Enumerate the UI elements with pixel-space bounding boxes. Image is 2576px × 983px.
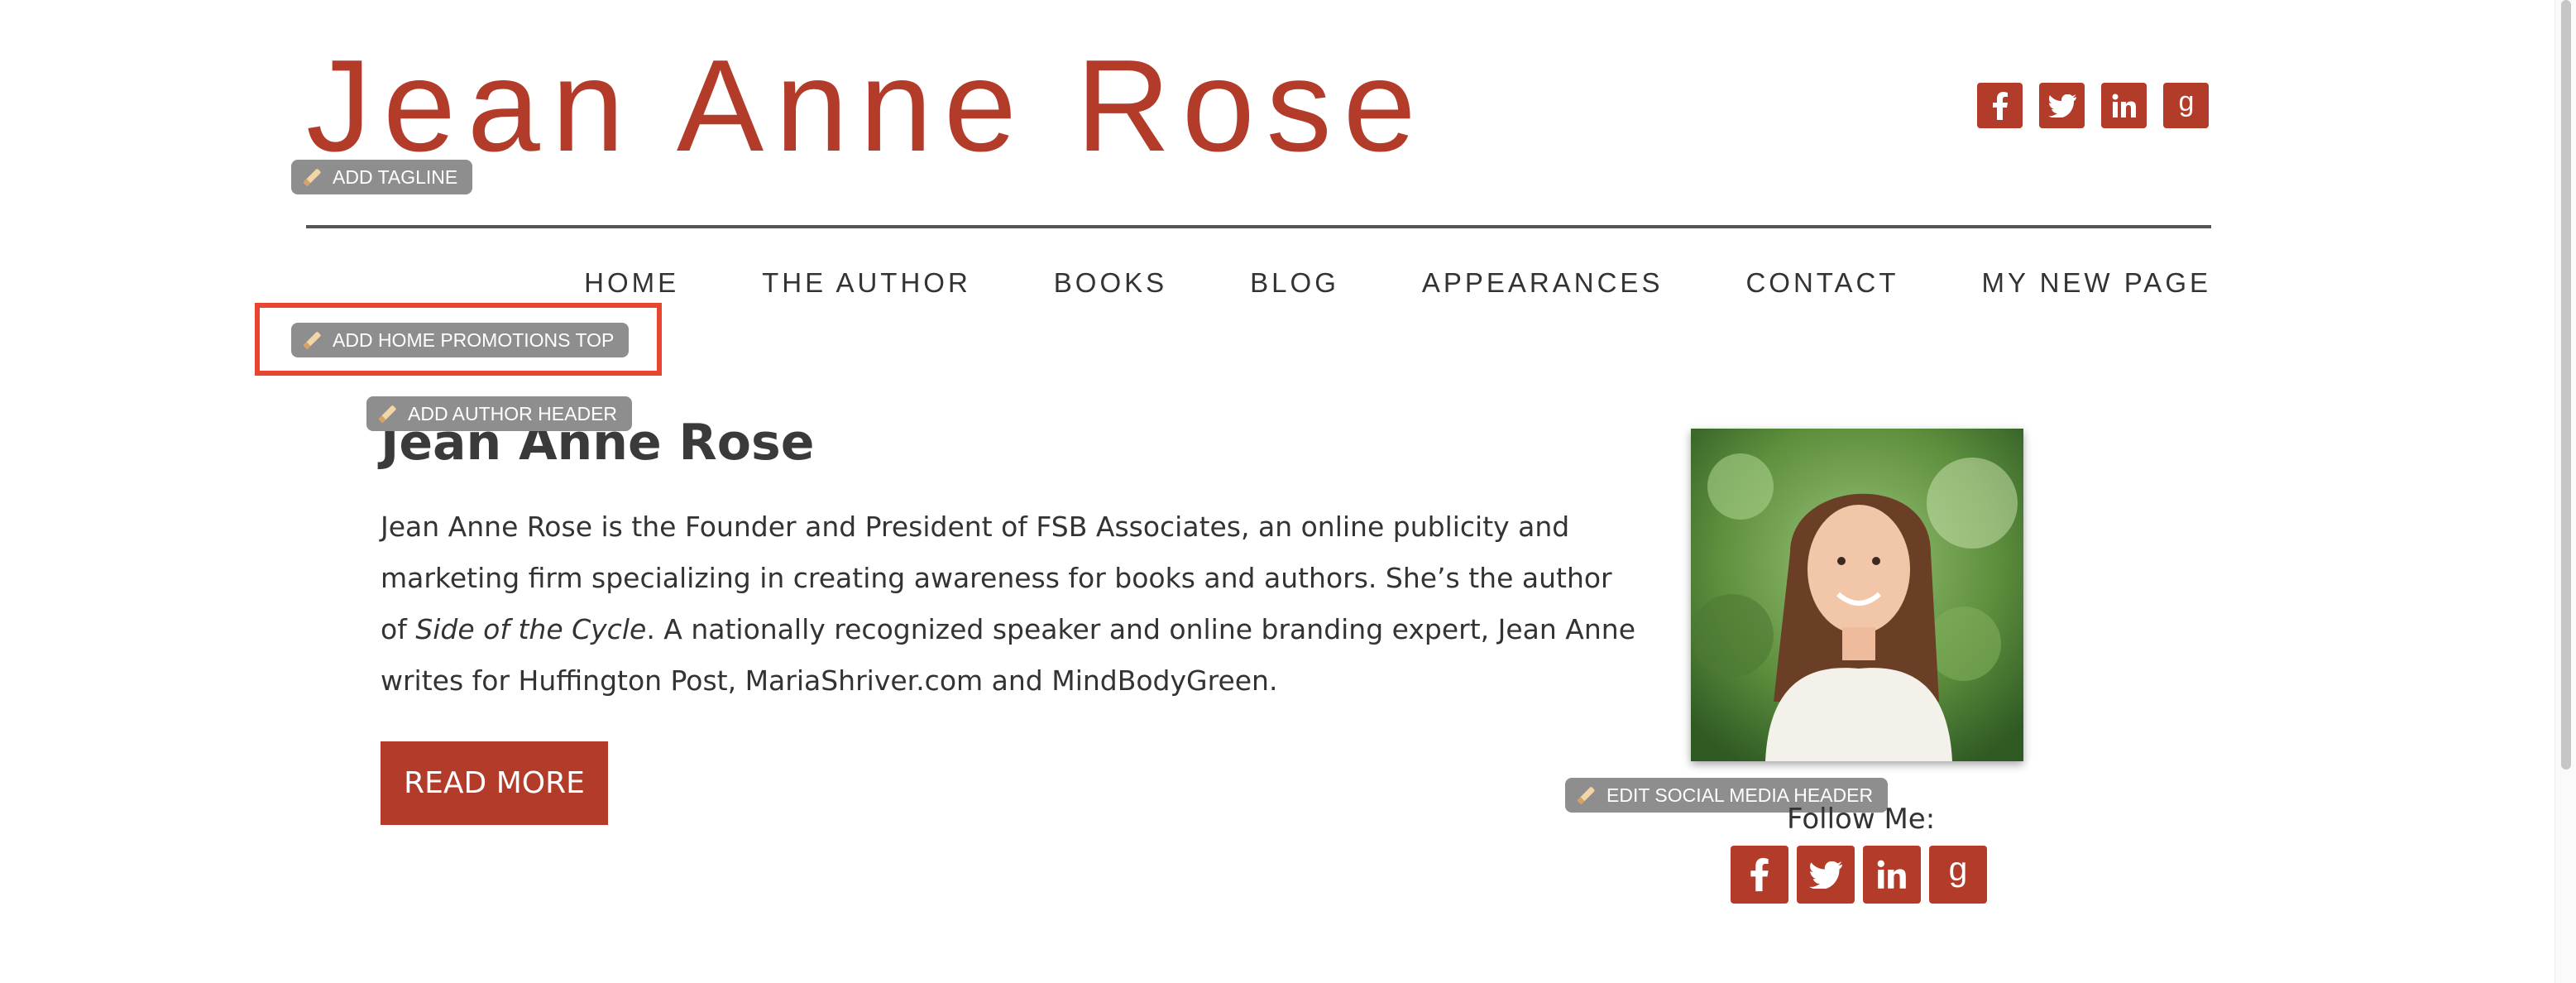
twitter-icon[interactable] xyxy=(2039,83,2085,128)
linkedin-icon[interactable] xyxy=(2101,83,2147,128)
follow-social-links: g xyxy=(1731,846,1987,904)
add-author-header-label: ADD AUTHOR HEADER xyxy=(408,403,618,424)
add-author-header-button[interactable]: ADD AUTHOR HEADER xyxy=(366,396,633,431)
facebook-icon[interactable] xyxy=(1731,846,1788,904)
nav-item-appearances[interactable]: APPEARANCES xyxy=(1422,265,1664,301)
nav-item-blog[interactable]: BLOG xyxy=(1250,265,1339,301)
bio-text: of xyxy=(381,613,416,645)
twitter-icon[interactable] xyxy=(1797,846,1855,904)
add-home-promotions-top-button[interactable]: ADD HOME PROMOTIONS TOP xyxy=(291,323,630,357)
site-title[interactable]: Jean Anne Rose xyxy=(306,31,1428,180)
pencil-icon xyxy=(299,165,324,189)
pencil-icon xyxy=(1573,783,1598,808)
bio-line: writes for Huffington Post, MariaShriver… xyxy=(381,664,1278,697)
nav-item-contact[interactable]: CONTACT xyxy=(1745,265,1898,301)
main-navigation: HOME THE AUTHOR BOOKS BLOG APPEARANCES C… xyxy=(584,265,2211,301)
author-photo xyxy=(1691,429,2023,761)
svg-text:g: g xyxy=(2178,89,2194,117)
svg-text:g: g xyxy=(1949,855,1968,888)
book-title: Side of the Cycle xyxy=(415,613,647,645)
add-tagline-button[interactable]: ADD TAGLINE xyxy=(291,160,473,194)
facebook-icon[interactable] xyxy=(1977,83,2023,128)
goodreads-icon[interactable]: g xyxy=(2163,83,2209,128)
header-divider xyxy=(306,225,2211,228)
pencil-icon xyxy=(375,401,400,426)
scrollbar-thumb[interactable] xyxy=(2561,0,2571,770)
linkedin-icon[interactable] xyxy=(1863,846,1921,904)
read-more-button[interactable]: READ MORE xyxy=(381,741,608,825)
pencil-icon xyxy=(299,328,324,352)
follow-me-label: Follow Me: xyxy=(1787,803,1936,836)
page-scrollbar[interactable] xyxy=(2554,0,2576,983)
author-bio: Jean Anne Rose is the Founder and Presid… xyxy=(381,501,1635,707)
add-tagline-label: ADD TAGLINE xyxy=(333,166,458,188)
nav-item-my-new-page[interactable]: MY NEW PAGE xyxy=(1982,265,2211,301)
nav-item-the-author[interactable]: THE AUTHOR xyxy=(762,265,971,301)
goodreads-icon[interactable]: g xyxy=(1929,846,1987,904)
nav-item-books[interactable]: BOOKS xyxy=(1054,265,1167,301)
bio-line: Jean Anne Rose is the Founder and Presid… xyxy=(381,511,1570,543)
bio-line: of Side of the Cycle. A nationally recog… xyxy=(381,604,1635,655)
nav-item-home[interactable]: HOME xyxy=(584,265,679,301)
header-social-links: g xyxy=(1977,83,2209,128)
bio-line: marketing firm specializing in creating … xyxy=(381,562,1612,594)
bio-text: . A nationally recognized speaker and on… xyxy=(646,613,1636,645)
add-home-promotions-top-label: ADD HOME PROMOTIONS TOP xyxy=(333,329,615,351)
